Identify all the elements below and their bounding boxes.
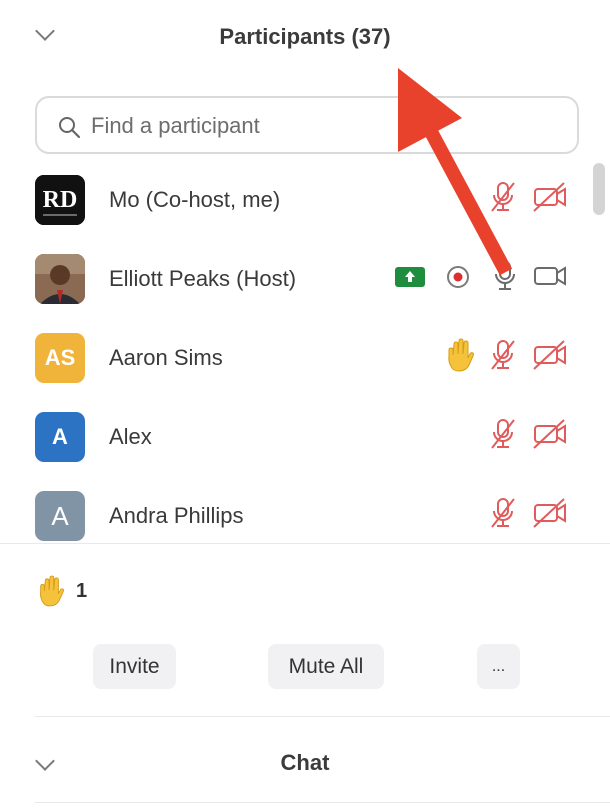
more-options-button[interactable]: ...	[477, 644, 520, 689]
video-off-icon[interactable]	[532, 338, 568, 372]
divider	[35, 802, 610, 803]
video-off-icon[interactable]	[532, 496, 568, 530]
mic-muted-icon[interactable]	[488, 338, 518, 372]
participants-header: Participants (37)	[0, 0, 610, 78]
search-input[interactable]	[89, 108, 563, 144]
scrollbar-thumb[interactable]	[593, 163, 605, 215]
search-icon	[59, 117, 81, 139]
profile-photo-icon	[35, 254, 85, 304]
screen-share-icon	[395, 267, 425, 287]
video-on-icon[interactable]	[532, 259, 568, 293]
participant-row[interactable]: A Alex	[0, 397, 590, 476]
chat-title: Chat	[280, 750, 330, 775]
chat-header[interactable]: Chat	[0, 718, 610, 809]
avatar	[35, 254, 85, 304]
avatar: RD	[35, 175, 85, 225]
recording-icon	[447, 266, 469, 288]
avatar-initials: AS	[35, 333, 85, 383]
panel-title: Participants (37)	[219, 24, 391, 49]
mute-all-button[interactable]: Mute All	[268, 644, 384, 689]
divider	[35, 716, 610, 717]
svg-text:RD: RD	[43, 187, 78, 213]
invite-button[interactable]: Invite	[93, 644, 176, 689]
raised-hands-summary: 1	[36, 575, 87, 612]
mic-muted-icon[interactable]	[488, 417, 518, 451]
divider	[0, 543, 610, 544]
participant-list: RD Mo (Co-host, me) Elliott Peaks (Host)…	[0, 160, 610, 542]
participant-row[interactable]: A Andra Phillips	[0, 476, 590, 542]
participant-name: Elliott Peaks (Host)	[109, 266, 297, 291]
search-box[interactable]	[35, 96, 579, 154]
video-off-icon[interactable]	[532, 180, 568, 214]
participant-row[interactable]: AS Aaron Sims	[0, 318, 590, 397]
participant-name: Aaron Sims	[109, 345, 223, 370]
raised-hand-icon	[448, 338, 474, 372]
brand-logo-icon: RD	[35, 175, 85, 225]
participant-name: Alex	[109, 424, 152, 449]
raised-hands-count: 1	[76, 580, 88, 602]
mic-muted-icon[interactable]	[488, 180, 518, 214]
raised-hand-icon	[40, 575, 64, 607]
participant-name: Mo (Co-host, me)	[109, 187, 281, 212]
video-off-icon[interactable]	[532, 417, 568, 451]
mic-on-icon[interactable]	[490, 259, 520, 293]
participant-row[interactable]: Elliott Peaks (Host)	[0, 239, 590, 318]
avatar-initials: A	[35, 491, 85, 541]
participant-name: Andra Phillips	[109, 503, 244, 528]
avatar-initials: A	[35, 412, 85, 462]
mic-muted-icon[interactable]	[488, 496, 518, 530]
participant-row[interactable]: RD Mo (Co-host, me)	[0, 160, 590, 239]
